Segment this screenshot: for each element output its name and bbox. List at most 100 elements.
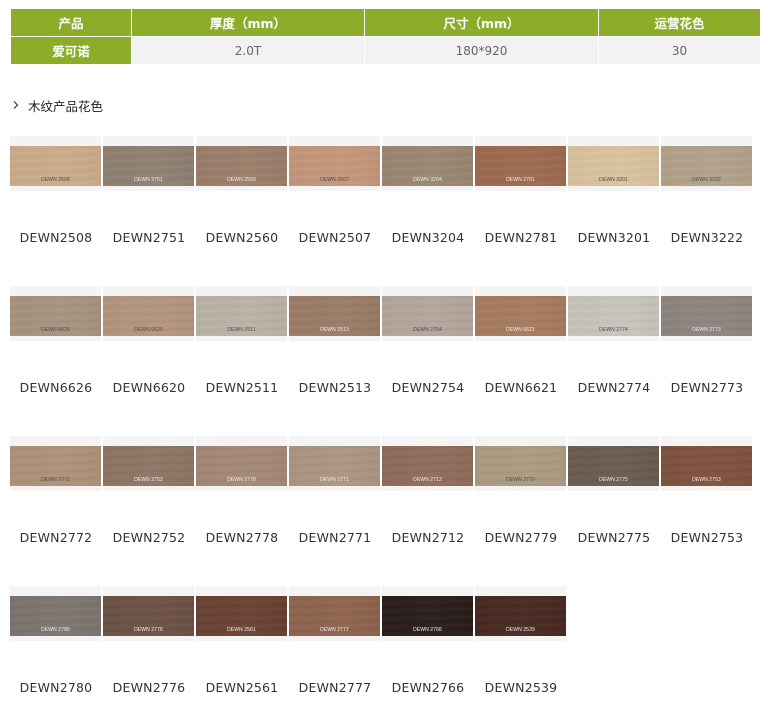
wood-swatch-image: DEWN 2771: [289, 446, 380, 486]
wood-swatch-image: DEWN 2781: [475, 146, 566, 186]
swatch-item[interactable]: DEWN 2773 DEWN2773: [661, 278, 754, 408]
cell-color-count: 30: [598, 36, 761, 65]
swatch-board-label: DEWN 2773: [692, 327, 721, 333]
swatch-board-label: DEWN 2513: [320, 327, 349, 333]
swatch-item[interactable]: DEWN 2778 DEWN2778: [196, 428, 289, 558]
swatch-item[interactable]: DEWN 2712 DEWN2712: [382, 428, 475, 558]
swatch-code-label: DEWN2771: [298, 530, 372, 545]
swatch-item[interactable]: DEWN 2772 DEWN2772: [10, 428, 103, 558]
section-heading-text: 木纹产品花色: [28, 98, 104, 114]
swatch-row: DEWN 2780 DEWN2780 DEWN 2776 DEWN2776 DEWN 2…: [10, 578, 568, 708]
wood-swatch-image: DEWN 2779: [475, 446, 566, 486]
swatch-code-label: DEWN2507: [298, 230, 372, 245]
swatch-image-frame: DEWN 6620: [103, 286, 194, 341]
swatch-item[interactable]: DEWN 6626 DEWN6626: [10, 278, 103, 408]
swatch-code-label: DEWN2778: [205, 530, 279, 545]
header-colors: 运营花色: [598, 8, 761, 37]
chevron-right-icon: [13, 101, 19, 109]
swatch-item[interactable]: DEWN 2560 DEWN2560: [196, 128, 289, 258]
swatch-board-label: DEWN 2775: [599, 477, 628, 483]
swatch-item[interactable]: DEWN 2771 DEWN2771: [289, 428, 382, 558]
swatch-item[interactable]: DEWN 3204 DEWN3204: [382, 128, 475, 258]
swatch-code-label: DEWN2780: [19, 680, 93, 695]
swatch-code-label: DEWN3222: [670, 230, 744, 245]
swatch-code-label: DEWN2751: [112, 230, 186, 245]
swatch-image-frame: DEWN 2507: [289, 136, 380, 191]
swatch-image-frame: DEWN 2766: [382, 586, 473, 641]
swatch-item[interactable]: DEWN 2775 DEWN2775: [568, 428, 661, 558]
header-thickness: 厚度（mm）: [131, 8, 365, 37]
swatch-image-frame: DEWN 6621: [475, 286, 566, 341]
swatch-item[interactable]: DEWN 2752 DEWN2752: [103, 428, 196, 558]
swatch-board-label: DEWN 2779: [506, 477, 535, 483]
swatch-code-label: DEWN2513: [298, 380, 372, 395]
wood-swatch-image: DEWN 2780: [10, 596, 101, 636]
wood-swatch-image: DEWN 2773: [661, 296, 752, 336]
swatch-image-frame: DEWN 2561: [196, 586, 287, 641]
swatch-item[interactable]: DEWN 2776 DEWN2776: [103, 578, 196, 708]
swatch-board-label: DEWN 2781: [506, 177, 535, 183]
wood-swatch-image: DEWN 3204: [382, 146, 473, 186]
swatch-code-label: DEWN2754: [391, 380, 465, 395]
swatch-board-label: DEWN 2539: [506, 627, 535, 633]
swatch-item[interactable]: DEWN 2774 DEWN2774: [568, 278, 661, 408]
swatch-item[interactable]: DEWN 2766 DEWN2766: [382, 578, 475, 708]
swatch-board-label: DEWN 6626: [41, 327, 70, 333]
swatch-item[interactable]: DEWN 2508 DEWN2508: [10, 128, 103, 258]
swatch-item[interactable]: DEWN 2754 DEWN2754: [382, 278, 475, 408]
swatch-item[interactable]: DEWN 2751 DEWN2751: [103, 128, 196, 258]
swatch-image-frame: DEWN 2771: [289, 436, 380, 491]
swatch-board-label: DEWN 2511: [227, 327, 256, 333]
wood-swatch-image: DEWN 2775: [568, 446, 659, 486]
swatch-image-frame: DEWN 2776: [103, 586, 194, 641]
swatch-code-label: DEWN2560: [205, 230, 279, 245]
swatch-code-label: DEWN2776: [112, 680, 186, 695]
swatch-board-label: DEWN 2780: [41, 627, 70, 633]
swatch-board-label: DEWN 2771: [320, 477, 349, 483]
swatch-code-label: DEWN2766: [391, 680, 465, 695]
swatch-item[interactable]: DEWN 3201 DEWN3201: [568, 128, 661, 258]
swatch-board-label: DEWN 3201: [599, 177, 628, 183]
swatch-code-label: DEWN2508: [19, 230, 93, 245]
swatch-code-label: DEWN2779: [484, 530, 558, 545]
swatch-code-label: DEWN3204: [391, 230, 465, 245]
swatch-item[interactable]: DEWN 2777 DEWN2777: [289, 578, 382, 708]
swatch-code-label: DEWN6620: [112, 380, 186, 395]
swatch-board-label: DEWN 3204: [413, 177, 442, 183]
wood-swatch-image: DEWN 2539: [475, 596, 566, 636]
swatch-item[interactable]: DEWN 6620 DEWN6620: [103, 278, 196, 408]
wood-swatch-image: DEWN 2754: [382, 296, 473, 336]
swatch-image-frame: DEWN 2513: [289, 286, 380, 341]
swatch-item[interactable]: DEWN 2779 DEWN2779: [475, 428, 568, 558]
swatch-item[interactable]: DEWN 6621 DEWN6621: [475, 278, 568, 408]
swatch-board-label: DEWN 2778: [227, 477, 256, 483]
swatch-board-label: DEWN 6620: [134, 327, 163, 333]
swatch-board-label: DEWN 2776: [134, 627, 163, 633]
wood-swatch-image: DEWN 2712: [382, 446, 473, 486]
swatch-board-label: DEWN 2772: [41, 477, 70, 483]
spec-table-row: 爱可诺 2.0T 180*920 30: [10, 36, 761, 65]
cell-thickness: 2.0T: [131, 36, 365, 65]
swatch-item[interactable]: DEWN 2753 DEWN2753: [661, 428, 754, 558]
swatch-item[interactable]: DEWN 2561 DEWN2561: [196, 578, 289, 708]
swatch-item[interactable]: DEWN 2507 DEWN2507: [289, 128, 382, 258]
swatch-code-label: DEWN2752: [112, 530, 186, 545]
header-product: 产品: [10, 8, 132, 37]
swatch-item[interactable]: DEWN 2513 DEWN2513: [289, 278, 382, 408]
swatch-board-label: DEWN 2712: [413, 477, 442, 483]
swatch-item[interactable]: DEWN 2511 DEWN2511: [196, 278, 289, 408]
wood-swatch-image: DEWN 6621: [475, 296, 566, 336]
header-size: 尺寸（mm）: [364, 8, 599, 37]
swatch-image-frame: DEWN 2773: [661, 286, 752, 341]
wood-swatch-image: DEWN 3222: [661, 146, 752, 186]
swatch-item[interactable]: DEWN 2781 DEWN2781: [475, 128, 568, 258]
swatch-board-label: DEWN 2766: [413, 627, 442, 633]
wood-swatch-image: DEWN 6626: [10, 296, 101, 336]
swatch-code-label: DEWN2539: [484, 680, 558, 695]
wood-swatch-image: DEWN 3201: [568, 146, 659, 186]
wood-swatch-image: DEWN 2752: [103, 446, 194, 486]
swatch-item[interactable]: DEWN 3222 DEWN3222: [661, 128, 754, 258]
swatch-board-label: DEWN 2774: [599, 327, 628, 333]
swatch-item[interactable]: DEWN 2780 DEWN2780: [10, 578, 103, 708]
swatch-item[interactable]: DEWN 2539 DEWN2539: [475, 578, 568, 708]
